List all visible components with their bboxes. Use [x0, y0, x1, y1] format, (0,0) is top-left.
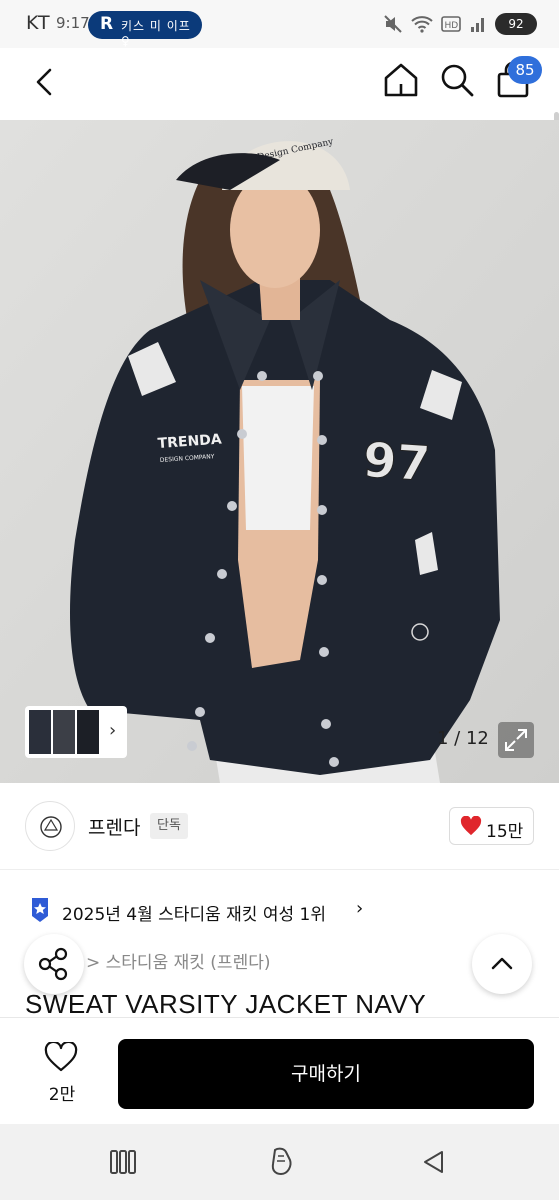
thumbnail-strip[interactable]: › [25, 706, 127, 758]
scroll-to-top-button[interactable] [472, 934, 532, 994]
ranking-chevron-icon[interactable]: › [356, 898, 363, 919]
pill-logo: R [100, 14, 114, 34]
cart-count-badge: 85 [508, 56, 542, 84]
ranking-text[interactable]: 2025년 4월 스타디움 재킷 여성 1위 [62, 900, 326, 925]
wifi-icon [411, 16, 433, 33]
home-icon[interactable] [382, 60, 420, 100]
heart-outline-icon [44, 1042, 78, 1072]
expand-icon [505, 729, 527, 751]
pill-text: 키스 미 이프 ♀ [121, 19, 191, 48]
chevron-up-icon [491, 957, 513, 970]
carrier-label: KT [26, 12, 51, 34]
system-back-icon[interactable] [420, 1148, 448, 1176]
thumbnail-2[interactable] [53, 710, 75, 754]
system-home-icon[interactable] [266, 1146, 296, 1178]
expand-image-button[interactable] [498, 722, 534, 758]
share-button[interactable] [24, 934, 84, 994]
search-icon[interactable] [438, 60, 476, 100]
svg-text:HD: HD [445, 21, 459, 31]
battery-indicator: 92 [495, 13, 537, 35]
buy-button[interactable]: 구매하기 [118, 1039, 534, 1109]
brand-logo[interactable] [25, 801, 75, 851]
mute-icon [384, 15, 402, 33]
brand-like-count: 15만 [486, 822, 524, 842]
hd-icon: HD [441, 16, 461, 32]
thumbnail-3[interactable] [77, 710, 99, 754]
app-root: KT 9:17 R 키스 미 이프 ♀ HD 92 85 Design Comp… [0, 0, 559, 1200]
system-navigation-bar [0, 1124, 559, 1200]
status-bar: KT 9:17 R 키스 미 이프 ♀ HD 92 [0, 0, 559, 48]
back-icon[interactable] [26, 62, 66, 102]
brand-name[interactable]: 프렌다 [88, 813, 140, 840]
ranking-badge-icon [32, 898, 48, 922]
signal-icon [471, 18, 484, 32]
brand-like-button[interactable]: 15만 [449, 807, 534, 845]
recent-apps-icon[interactable] [108, 1148, 138, 1176]
wishlist-button[interactable]: 2만 [30, 1038, 94, 1105]
bottom-action-bar: 2만 구매하기 [0, 1017, 559, 1124]
share-icon [38, 947, 68, 981]
product-image-gallery[interactable]: Design Company TRENDA DESIGN COMPANY 97 … [0, 120, 559, 783]
image-counter: 1 / 12 [437, 728, 489, 749]
heart-filled-icon [460, 816, 482, 836]
wishlist-count: 2만 [48, 1085, 76, 1105]
thumbnail-1[interactable] [29, 710, 51, 754]
thumbnail-next-chevron-icon[interactable]: › [109, 720, 116, 741]
status-icons: HD 92 [383, 12, 537, 36]
chest-print-number: 97 [361, 432, 432, 493]
category-breadcrumb[interactable]: > 스타디움 재킷 (프렌다) [86, 948, 270, 973]
exclusive-tag: 단독 [150, 813, 188, 839]
section-divider [0, 869, 559, 870]
product-photo: Design Company TRENDA DESIGN COMPANY 97 [0, 120, 559, 783]
top-nav-bar: 85 [0, 48, 559, 154]
product-title: SWEAT VARSITY JACKET NAVY [25, 989, 427, 1019]
media-notification-pill[interactable]: R 키스 미 이프 ♀ [88, 11, 202, 48]
clock: 9:17 [56, 14, 90, 32]
brand-row: 프렌다 단독 15만 [0, 783, 559, 869]
brand-crest-icon [40, 816, 62, 838]
